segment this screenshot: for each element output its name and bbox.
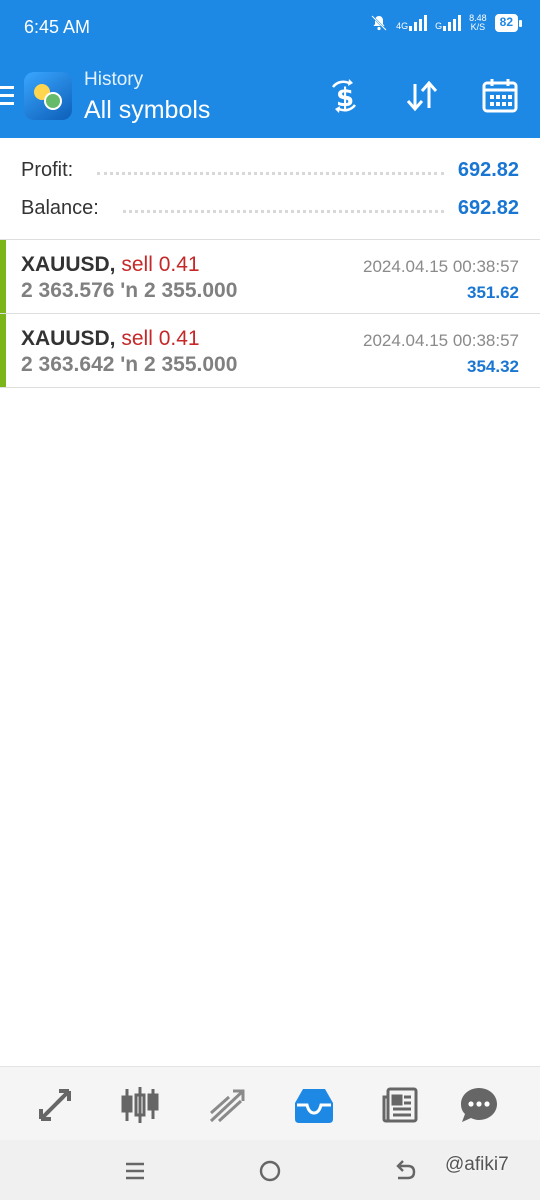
app-logo: [24, 72, 72, 120]
dollar-exchange-icon[interactable]: $: [324, 76, 364, 116]
menu-icon[interactable]: [0, 86, 14, 110]
trade-icon[interactable]: [205, 1083, 249, 1127]
page-subtitle: History: [84, 69, 144, 90]
calendar-icon[interactable]: [480, 76, 520, 116]
deal-row[interactable]: XAUUSD, sell 0.41 2 363.576 'n 2 355.000…: [0, 240, 540, 314]
signal-bars-icon: [443, 15, 462, 31]
deal-status-bar: [0, 240, 6, 313]
sort-icon[interactable]: [402, 76, 442, 116]
net-speed-unit: K/S: [470, 22, 486, 32]
mute-bell-icon: [371, 15, 387, 31]
price-arrow: 'n: [120, 279, 139, 302]
net-speed: 8.48 K/S: [469, 14, 487, 32]
profit-label: Profit:: [21, 158, 74, 181]
deal-time: 2024.04.15 00:38:57: [363, 257, 519, 276]
deal-status-bar: [0, 314, 6, 387]
balance-row: Balance: 692.82: [21, 193, 519, 223]
app-bar: History All symbols $: [0, 56, 540, 138]
balance-label: Balance:: [21, 196, 99, 219]
chat-icon[interactable]: [457, 1083, 501, 1127]
deal-profit: 354.32: [467, 357, 519, 376]
news-icon[interactable]: [378, 1083, 422, 1127]
price-arrow: 'n: [120, 353, 139, 376]
summary-panel: Profit: 692.82 Balance: 692.82: [0, 138, 540, 240]
profit-row: Profit: 692.82: [21, 155, 519, 185]
deal-prices: 2 363.576 'n 2 355.000: [21, 279, 238, 302]
history-icon[interactable]: [292, 1083, 336, 1127]
dotted-leader: [122, 209, 444, 213]
back-icon[interactable]: [390, 1156, 420, 1186]
watermark: @afiki7: [445, 1154, 509, 1175]
home-icon[interactable]: [255, 1156, 285, 1186]
status-bar: 6:45 AM 4G G 8.48 K/S 82: [0, 0, 540, 56]
balance-value: 692.82: [457, 196, 519, 219]
top-bar: 6:45 AM 4G G 8.48 K/S 82 History All sym…: [0, 0, 540, 138]
dotted-leader: [97, 171, 444, 175]
bottom-nav: [0, 1066, 540, 1140]
recent-apps-icon[interactable]: [120, 1156, 150, 1186]
deal-time: 2024.04.15 00:38:57: [363, 331, 519, 350]
page-title[interactable]: All symbols: [84, 96, 210, 125]
status-time: 6:45 AM: [24, 17, 91, 37]
net-type-2: G: [435, 21, 443, 31]
deal-prices: 2 363.642 'n 2 355.000: [21, 353, 238, 376]
chart-icon[interactable]: [118, 1083, 162, 1127]
net-type-1: 4G: [396, 21, 409, 31]
deal-side: sell 0.41: [121, 253, 200, 276]
signal-1: 4G: [396, 15, 428, 31]
deal-row[interactable]: XAUUSD, sell 0.41 2 363.642 'n 2 355.000…: [0, 314, 540, 388]
battery-indicator: 82: [494, 14, 523, 32]
deal-symbol: XAUUSD, sell 0.41: [21, 327, 200, 350]
deal-symbol: XAUUSD, sell 0.41: [21, 253, 200, 276]
quotes-icon[interactable]: [33, 1083, 77, 1127]
signal-bars-icon: [409, 15, 428, 31]
signal-2: G: [435, 15, 462, 31]
status-icons: 4G G 8.48 K/S 82: [370, 14, 523, 32]
deal-side: sell 0.41: [121, 327, 200, 350]
profit-value: 692.82: [457, 158, 519, 181]
deal-profit: 351.62: [467, 283, 519, 302]
